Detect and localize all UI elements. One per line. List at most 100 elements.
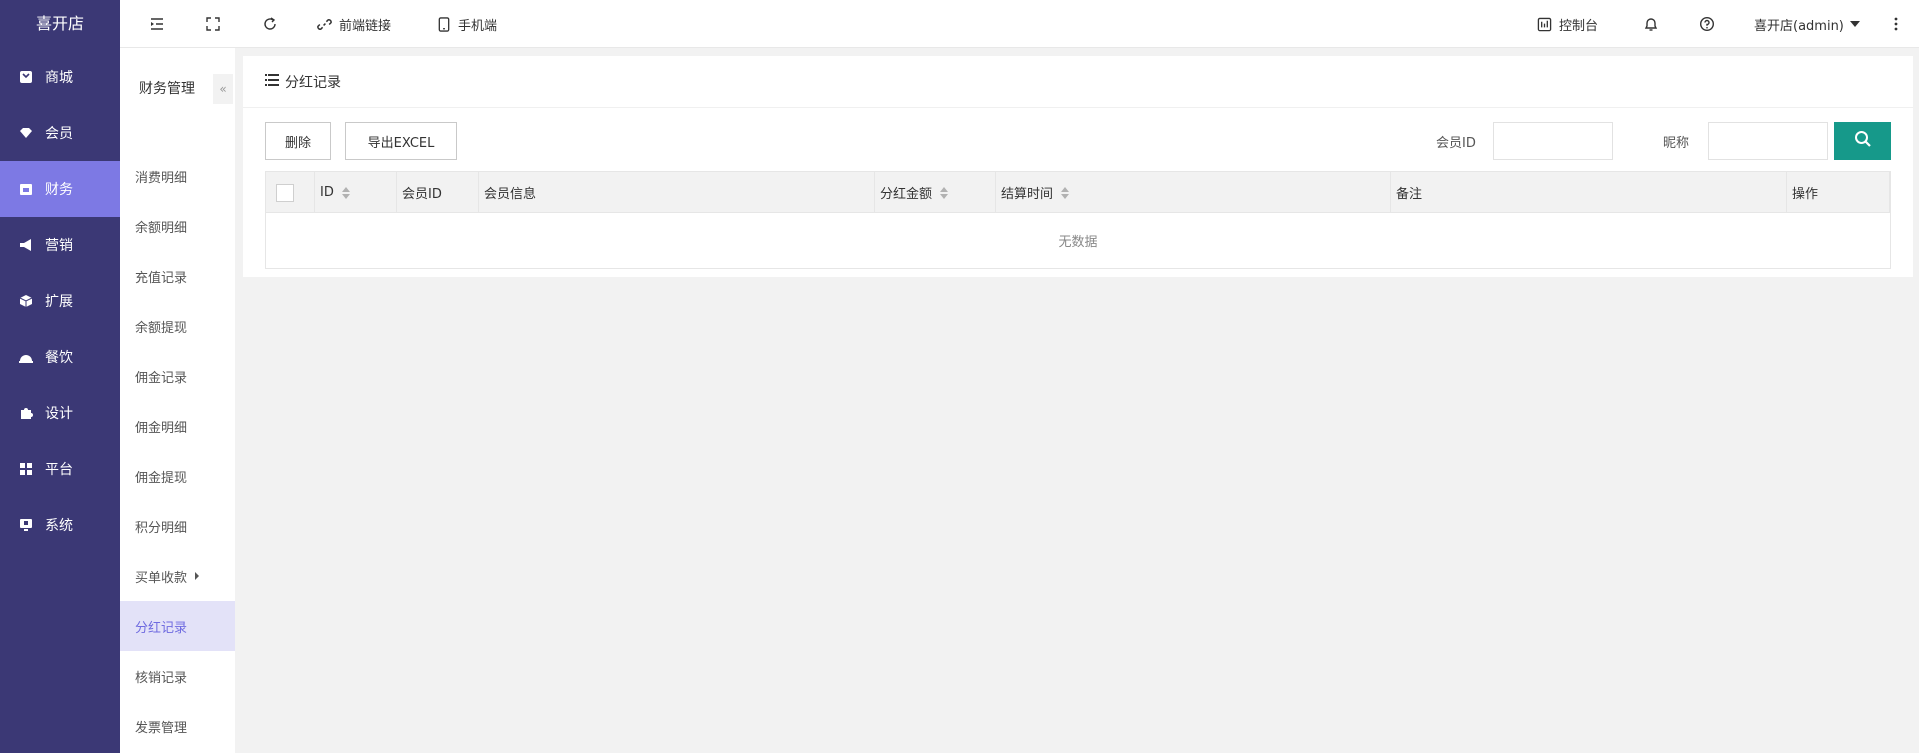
submenu-item-recharge[interactable]: 充值记录 xyxy=(120,251,235,301)
submenu-item-pay-bill[interactable]: 买单收款 xyxy=(120,551,235,601)
more-button[interactable] xyxy=(1894,0,1898,48)
sidebar-item-catering[interactable]: 餐饮 xyxy=(0,329,120,385)
sidebar-item-label: 平台 xyxy=(45,462,73,478)
column-member-info: 会员信息 xyxy=(479,172,875,213)
console-label: 控制台 xyxy=(1559,18,1599,34)
bell-icon xyxy=(1643,16,1659,32)
column-label: 结算时间 xyxy=(1001,187,1054,202)
submenu-item-balance-withdraw[interactable]: 余额提现 xyxy=(120,301,235,351)
column-dividend-amount[interactable]: 分红金额 xyxy=(875,172,996,213)
double-chevron-left-icon: « xyxy=(219,82,227,96)
nickname-input[interactable] xyxy=(1708,122,1828,160)
column-member-id: 会员ID xyxy=(397,172,479,213)
nickname-label: 昵称 xyxy=(1663,135,1690,151)
column-settlement-time[interactable]: 结算时间 xyxy=(996,172,1391,213)
sidebar-item-design[interactable]: 设计 xyxy=(0,385,120,441)
member-id-input[interactable] xyxy=(1493,122,1613,160)
submenu-item-verification[interactable]: 核销记录 xyxy=(120,651,235,701)
gem-icon xyxy=(19,126,33,140)
column-label: ID xyxy=(320,185,334,200)
submenu-item-consumption[interactable]: 消费明细 xyxy=(120,151,235,201)
caret-down-icon xyxy=(1849,21,1860,27)
megaphone-icon xyxy=(19,238,33,252)
column-actions: 操作 xyxy=(1787,172,1890,213)
sidebar-item-label: 系统 xyxy=(45,518,73,534)
sort-icon xyxy=(341,186,350,199)
cube-icon xyxy=(19,294,33,308)
user-menu[interactable]: 喜开店(admin) xyxy=(1754,0,1860,48)
sidebar-item-marketing[interactable]: 营销 xyxy=(0,217,120,273)
dish-icon xyxy=(19,350,33,364)
column-label: 会员信息 xyxy=(484,187,537,202)
help-button[interactable] xyxy=(1699,0,1715,48)
list-icon xyxy=(265,73,279,90)
select-all-cell xyxy=(266,172,315,213)
sidebar-item-system[interactable]: 系统 xyxy=(0,497,120,553)
select-all-checkbox[interactable] xyxy=(276,183,294,202)
submenu-item-commission-detail[interactable]: 佣金明细 xyxy=(120,401,235,451)
submenu-item-commission-record[interactable]: 佣金记录 xyxy=(120,351,235,401)
submenu-item-invoice[interactable]: 发票管理 xyxy=(120,701,235,751)
main-sidebar: 喜开店 商城 会员 财务 营销 扩展 餐饮 设计 平台 系统 xyxy=(0,0,120,753)
search-button[interactable] xyxy=(1834,122,1891,160)
fullscreen-icon xyxy=(205,16,221,32)
grid-icon xyxy=(19,462,33,476)
help-icon xyxy=(1699,16,1715,32)
wallet-icon xyxy=(19,182,33,196)
sidebar-item-label: 财务 xyxy=(45,182,73,198)
caret-right-icon xyxy=(195,572,200,580)
refresh-icon xyxy=(262,16,278,32)
column-label: 备注 xyxy=(1396,187,1423,202)
export-excel-button[interactable]: 导出EXCEL xyxy=(345,122,457,160)
store-icon xyxy=(19,70,33,84)
sidebar-item-label: 扩展 xyxy=(45,294,73,310)
sidebar-item-finance[interactable]: 财务 xyxy=(0,161,120,217)
column-label: 会员ID xyxy=(402,187,442,202)
sidebar-item-label: 商城 xyxy=(45,70,73,86)
submenu-item-points-detail[interactable]: 积分明细 xyxy=(120,501,235,551)
more-vertical-icon xyxy=(1894,17,1898,31)
sidebar-item-label: 营销 xyxy=(45,238,73,254)
dividend-table: ID 会员ID 会员信息 分红金额 结算时间 备注 操作 无数据 xyxy=(265,171,1891,269)
fullscreen-button[interactable] xyxy=(205,0,221,48)
frontend-link-label: 前端链接 xyxy=(339,18,392,34)
sidebar-item-store[interactable]: 商城 xyxy=(0,49,120,105)
delete-button[interactable]: 删除 xyxy=(265,122,331,160)
collapse-submenu-button[interactable]: « xyxy=(213,74,233,104)
column-label: 分红金额 xyxy=(880,187,933,202)
column-id[interactable]: ID xyxy=(315,172,397,213)
sidebar-item-member[interactable]: 会员 xyxy=(0,105,120,161)
empty-state: 无数据 xyxy=(1058,235,1098,250)
console-button[interactable]: 控制台 xyxy=(1537,0,1598,48)
top-header: 前端链接 手机端 控制台 喜开店(admin) xyxy=(120,0,1919,48)
dividend-record-card: 分红记录 删除 导出EXCEL 会员ID 昵称 ID 会员ID 会员信息 分红金… xyxy=(243,56,1913,277)
mobile-button[interactable]: 手机端 xyxy=(437,0,497,48)
sidebar-item-platform[interactable]: 平台 xyxy=(0,441,120,497)
mobile-label: 手机端 xyxy=(458,18,498,34)
user-name: 喜开店(admin) xyxy=(1754,18,1844,34)
sort-icon xyxy=(1061,186,1070,199)
table-header: ID 会员ID 会员信息 分红金额 结算时间 备注 操作 xyxy=(266,172,1890,213)
submenu-item-commission-withdraw[interactable]: 佣金提现 xyxy=(120,451,235,501)
sidebar-item-label: 餐饮 xyxy=(45,350,73,366)
card-title: 分红记录 xyxy=(285,74,341,91)
toggle-menu-button[interactable] xyxy=(149,0,165,48)
sidebar-item-extension[interactable]: 扩展 xyxy=(0,273,120,329)
submenu-item-dividend[interactable]: 分红记录 xyxy=(120,601,235,651)
submenu-item-balance-detail[interactable]: 余额明细 xyxy=(120,201,235,251)
frontend-link-button[interactable]: 前端链接 xyxy=(317,0,391,48)
brand-logo[interactable]: 喜开店 xyxy=(0,0,120,48)
search-icon xyxy=(1854,130,1872,152)
menu-indent-icon xyxy=(149,16,165,32)
sort-icon xyxy=(940,186,949,199)
column-label: 操作 xyxy=(1792,187,1819,202)
submenu-item-label: 买单收款 xyxy=(135,570,188,586)
finance-submenu: 财务管理 « 消费明细 余额明细 充值记录 余额提现 佣金记录 佣金明细 佣金提… xyxy=(120,48,235,753)
refresh-button[interactable] xyxy=(262,0,278,48)
notification-button[interactable] xyxy=(1643,0,1659,48)
console-icon xyxy=(1537,17,1552,32)
member-id-label: 会员ID xyxy=(1436,135,1476,151)
column-remark: 备注 xyxy=(1391,172,1787,213)
link-icon xyxy=(317,17,332,32)
sidebar-item-label: 会员 xyxy=(45,126,73,142)
